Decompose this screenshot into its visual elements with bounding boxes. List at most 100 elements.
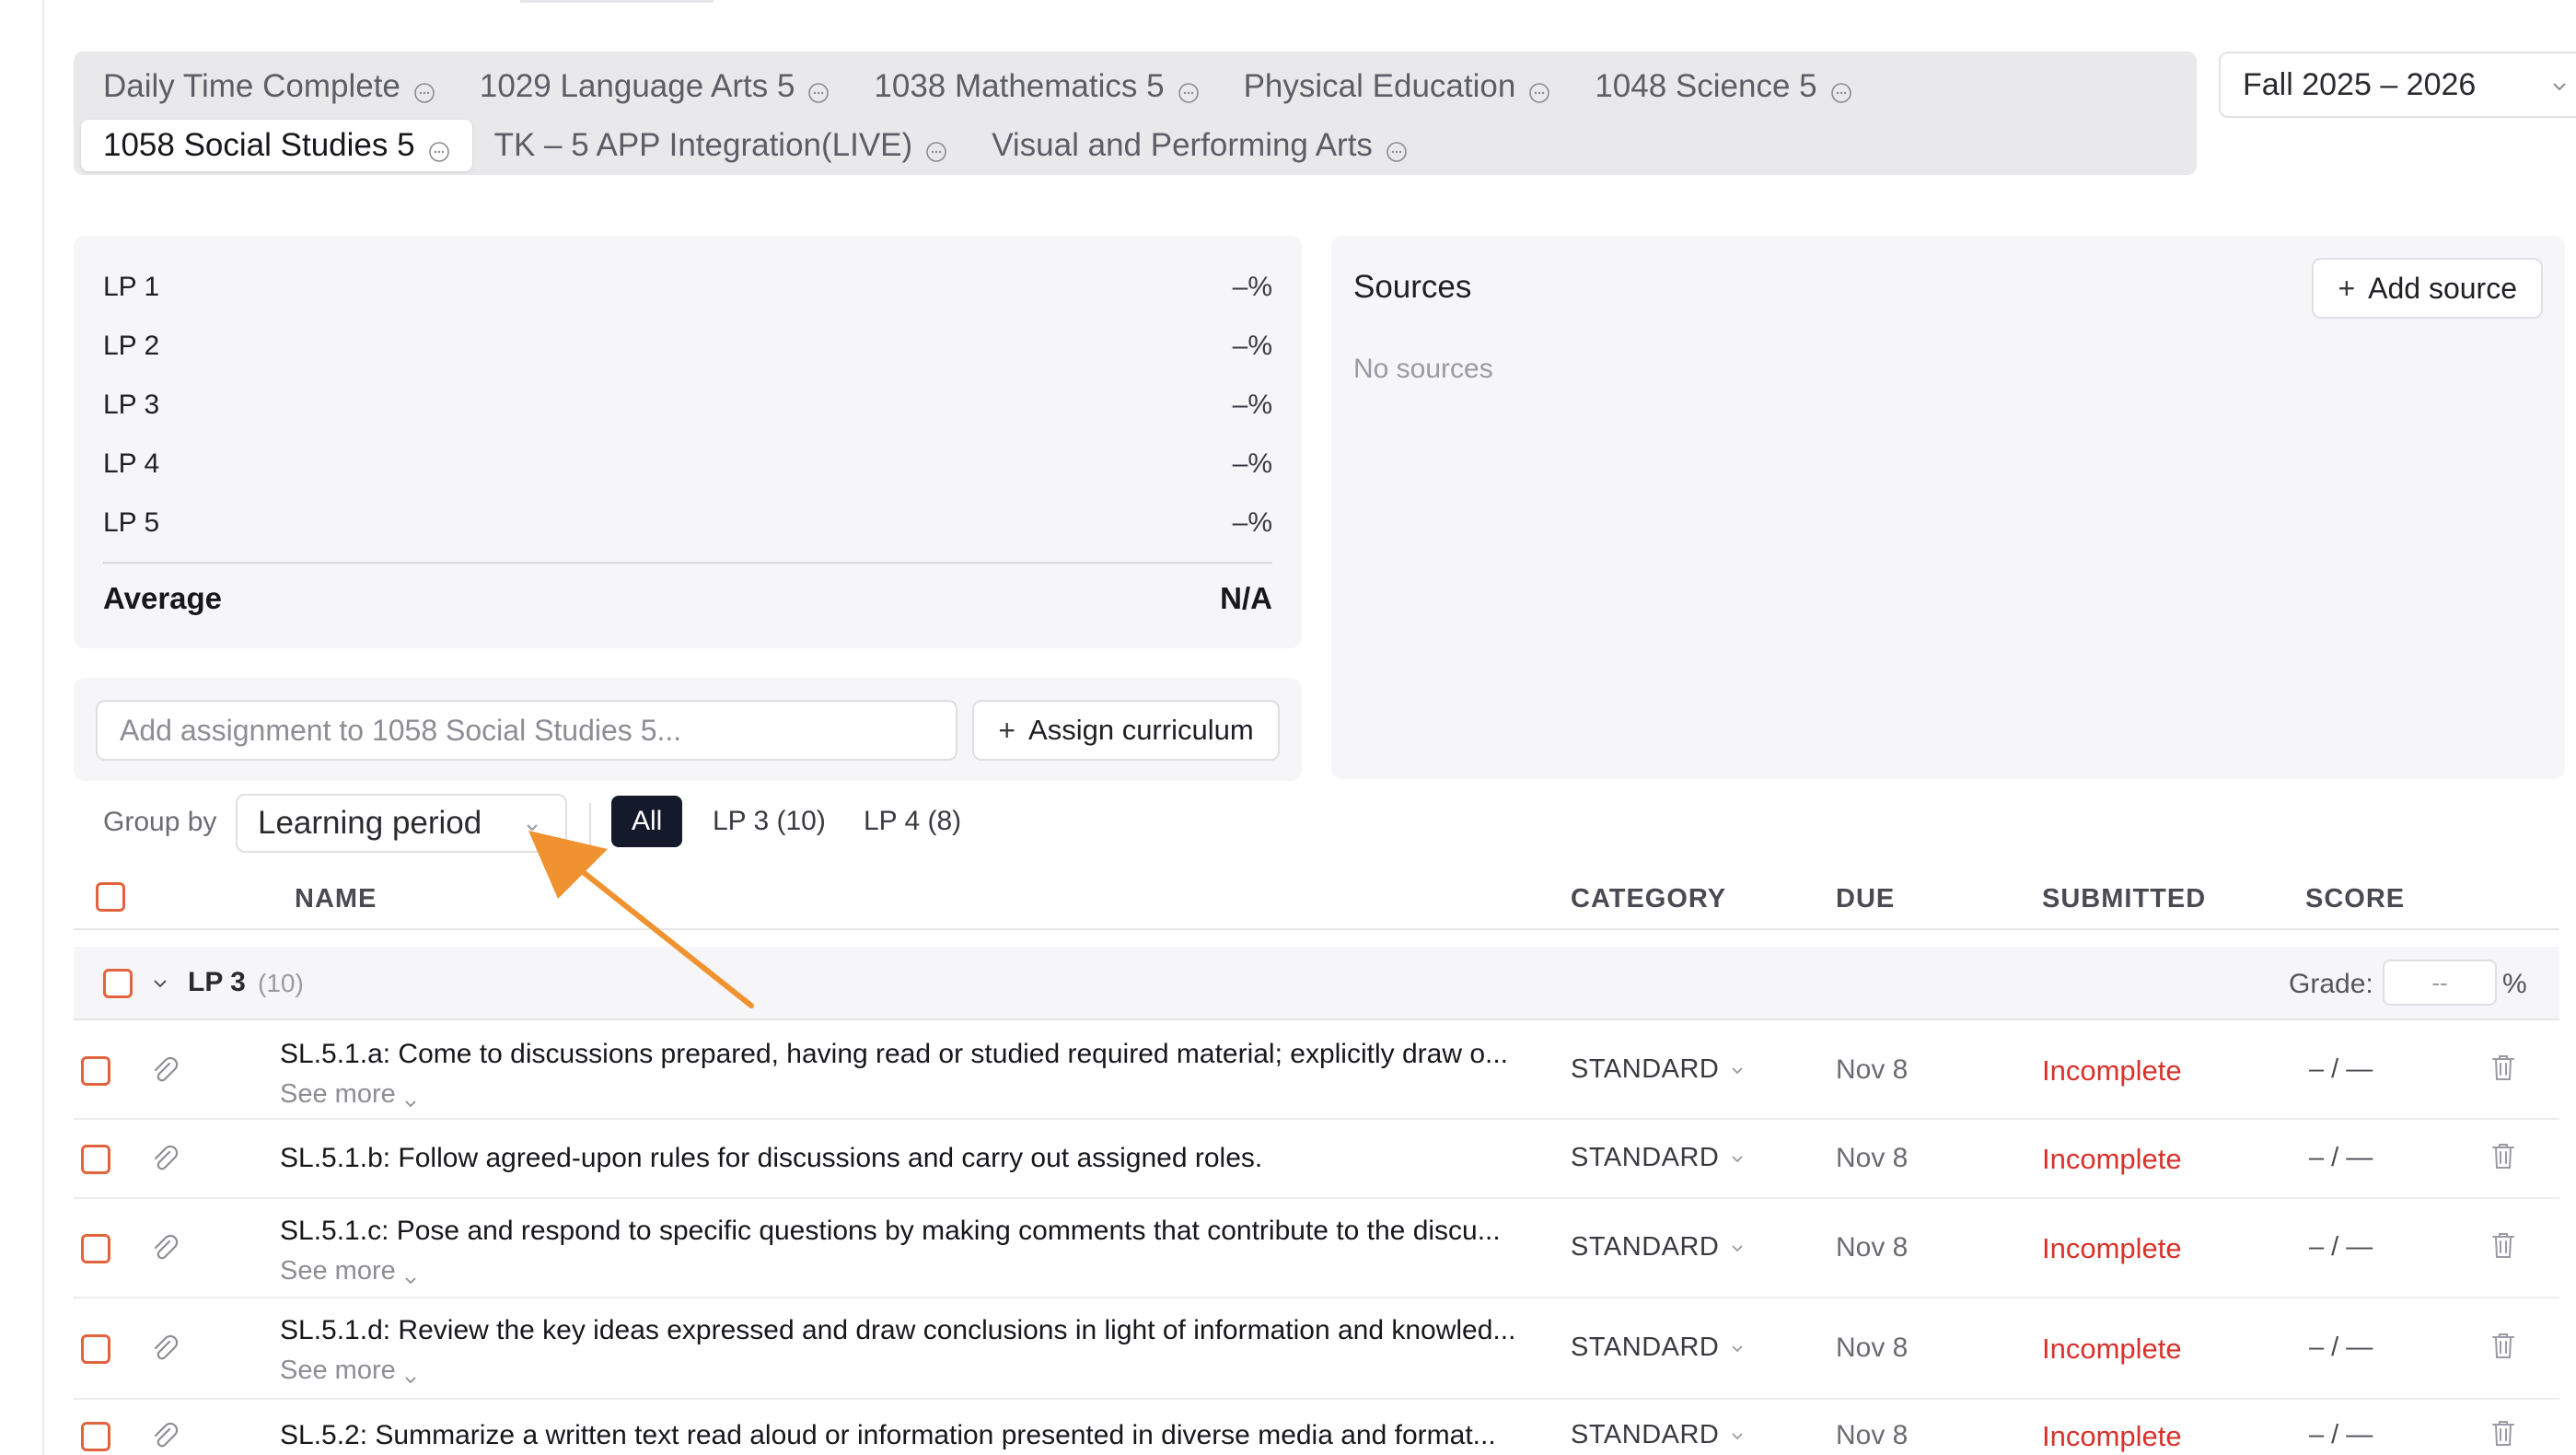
ellipsis-circle-icon[interactable] xyxy=(1830,76,1852,103)
row-checkbox[interactable] xyxy=(81,1422,110,1451)
ellipsis-circle-icon[interactable] xyxy=(807,76,830,103)
add-assignment-input[interactable] xyxy=(96,700,957,761)
see-more-label: See more xyxy=(280,1356,396,1385)
subject-tab-label: Daily Time Complete xyxy=(103,68,400,104)
term-select[interactable]: Fall 2025 – 2026 xyxy=(2219,52,2576,118)
category-select[interactable]: STANDARD xyxy=(1571,1054,1745,1085)
see-more-link[interactable]: See more xyxy=(280,1079,418,1110)
column-header-due[interactable]: DUE xyxy=(1836,884,1895,914)
sources-empty-text: No sources xyxy=(1353,354,1493,384)
assignment-name[interactable]: SL.5.1.c: Pose and respond to specific q… xyxy=(280,1216,1615,1247)
row-checkbox[interactable] xyxy=(81,1334,110,1364)
category-select[interactable]: STANDARD xyxy=(1571,1232,1745,1263)
lp-average-label: Average xyxy=(103,581,223,615)
subject-tab[interactable]: Physical Education xyxy=(1222,61,1573,112)
chevron-down-icon xyxy=(1730,1333,1745,1353)
due-date: Nov 8 xyxy=(1836,1054,1909,1085)
filter-pill[interactable]: All xyxy=(611,796,683,847)
ellipsis-circle-icon[interactable] xyxy=(1528,76,1550,103)
row-checkbox[interactable] xyxy=(81,1056,110,1086)
assignment-name[interactable]: SL.5.1.a: Come to discussions prepared, … xyxy=(280,1039,1615,1070)
row-checkbox[interactable] xyxy=(81,1145,110,1174)
score-value[interactable]: – / — xyxy=(2309,1420,2373,1450)
lp-label: LP 3 xyxy=(103,390,160,420)
subject-tabs: Daily Time Complete 1029 Language Arts 5 1… xyxy=(74,52,2197,175)
subject-tab[interactable]: 1038 Mathematics 5 xyxy=(852,61,1221,112)
ellipsis-circle-icon[interactable] xyxy=(428,134,450,162)
subject-tab-label: Physical Education xyxy=(1243,68,1516,104)
column-header-score[interactable]: SCORE xyxy=(2305,884,2405,914)
score-value[interactable]: – / — xyxy=(2309,1143,2373,1173)
lp-row: LP 2 –% xyxy=(103,317,1272,376)
trash-icon[interactable] xyxy=(2489,1230,2517,1260)
category-select[interactable]: STANDARD xyxy=(1571,1333,1745,1363)
due-date: Nov 8 xyxy=(1836,1143,1909,1173)
table-row[interactable]: SL.5.1.a: Come to discussions prepared, … xyxy=(74,1022,2559,1120)
see-more-link[interactable]: See more xyxy=(280,1356,418,1386)
lp-row: LP 1 –% xyxy=(103,258,1272,317)
chevron-down-icon xyxy=(403,1264,418,1285)
chevron-down-icon xyxy=(1730,1232,1745,1252)
lp-label: LP 1 xyxy=(103,272,160,302)
score-value[interactable]: – / — xyxy=(2309,1333,2373,1363)
grade-unit: % xyxy=(2502,969,2527,999)
sources-card: Sources No sources + Add source xyxy=(1331,236,2565,779)
trash-icon[interactable] xyxy=(2489,1053,2517,1082)
trash-icon[interactable] xyxy=(2489,1141,2517,1170)
submitted-status: Incomplete xyxy=(2042,1054,2182,1087)
lp-average-row: Average N/A xyxy=(103,564,1272,634)
select-all-checkbox[interactable] xyxy=(96,882,125,912)
lp-average-value: N/A xyxy=(1220,581,1272,615)
see-more-link[interactable]: See more xyxy=(280,1256,418,1286)
subject-tab[interactable]: TK – 5 APP Integration(LIVE) xyxy=(472,120,970,171)
group-checkbox[interactable] xyxy=(103,969,133,998)
category-select[interactable]: STANDARD xyxy=(1571,1143,1745,1173)
lp-value: –% xyxy=(1232,331,1272,361)
ellipsis-circle-icon[interactable] xyxy=(1178,76,1200,103)
chevron-down-icon xyxy=(1730,1420,1745,1440)
column-header-category[interactable]: CATEGORY xyxy=(1571,884,1726,914)
column-header-name[interactable]: NAME xyxy=(295,884,377,914)
chevron-down-icon[interactable] xyxy=(151,974,169,993)
due-date: Nov 8 xyxy=(1836,1232,1909,1263)
assignment-name[interactable]: SL.5.1.d: Review the key ideas expressed… xyxy=(280,1315,1615,1346)
assignment-name[interactable]: SL.5.2: Summarize a written text read al… xyxy=(280,1420,1615,1451)
groupby-select[interactable]: Learning period xyxy=(236,794,567,853)
lp-value: –% xyxy=(1232,448,1272,479)
subject-tab[interactable]: 1058 Social Studies 5 xyxy=(81,120,472,171)
score-value[interactable]: – / — xyxy=(2309,1232,2373,1263)
trash-icon[interactable] xyxy=(2489,1331,2517,1360)
category-select[interactable]: STANDARD xyxy=(1571,1420,1745,1450)
table-row[interactable]: SL.5.1.d: Review the key ideas expressed… xyxy=(74,1298,2559,1400)
ellipsis-circle-icon[interactable] xyxy=(925,134,947,162)
chevron-down-icon xyxy=(2553,83,2566,91)
grade-input[interactable]: -- xyxy=(2383,960,2497,1006)
subject-tab[interactable]: Visual and Performing Arts xyxy=(969,120,1430,171)
row-checkbox[interactable] xyxy=(81,1234,110,1263)
lp-row: LP 3 –% xyxy=(103,376,1272,435)
filter-pill[interactable]: LP 4 (8) xyxy=(843,796,981,847)
add-source-label: Add source xyxy=(2368,271,2517,305)
assign-curriculum-button[interactable]: + Assign curriculum xyxy=(972,700,1280,761)
groupby-select-value: Learning period xyxy=(258,805,482,841)
add-source-button[interactable]: + Add source xyxy=(2312,258,2543,319)
table-row[interactable]: SL.5.1.b: Follow agreed-upon rules for d… xyxy=(74,1120,2559,1199)
ellipsis-circle-icon[interactable] xyxy=(1386,134,1408,162)
lp-label: LP 5 xyxy=(103,507,160,538)
ellipsis-circle-icon[interactable] xyxy=(413,76,435,103)
subject-tab[interactable]: 1048 Science 5 xyxy=(1572,61,1874,112)
assignment-name[interactable]: SL.5.1.b: Follow agreed-upon rules for d… xyxy=(280,1143,1615,1174)
column-header-submitted[interactable]: SUBMITTED xyxy=(2042,884,2206,914)
sources-title: Sources xyxy=(1353,269,1472,305)
subject-tab[interactable]: 1029 Language Arts 5 xyxy=(458,61,853,112)
plus-icon: + xyxy=(998,713,1016,747)
lp-row: LP 5 –% xyxy=(103,494,1272,553)
group-count: (10) xyxy=(258,969,304,997)
top-scroll-hint xyxy=(520,0,714,3)
subject-tab[interactable]: Daily Time Complete xyxy=(81,61,458,112)
trash-icon[interactable] xyxy=(2489,1418,2517,1448)
table-row[interactable]: SL.5.1.c: Pose and respond to specific q… xyxy=(74,1199,2559,1298)
table-row[interactable]: SL.5.2: Summarize a written text read al… xyxy=(74,1400,2559,1455)
filter-pill[interactable]: LP 3 (10) xyxy=(692,796,846,847)
score-value[interactable]: – / — xyxy=(2309,1054,2373,1085)
